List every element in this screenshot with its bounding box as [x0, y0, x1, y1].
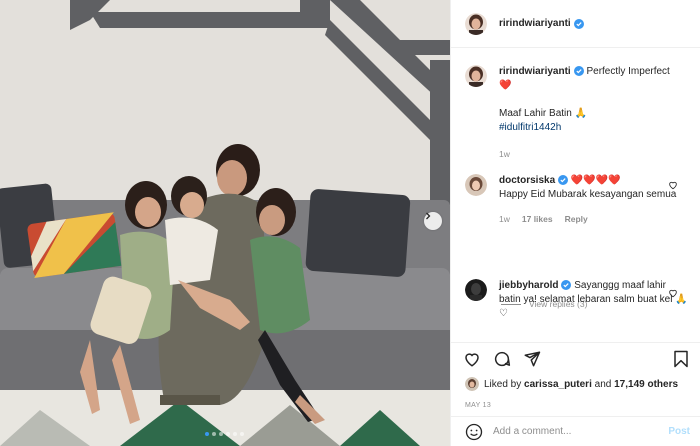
- bookmark-icon[interactable]: [672, 350, 690, 368]
- heart-icon[interactable]: [463, 350, 481, 368]
- carousel-dot: [240, 432, 244, 436]
- caption-text: Perfectly Imperfect: [586, 66, 670, 77]
- caption-age[interactable]: 1w: [499, 147, 510, 161]
- post-details-panel: ririndwiariyanti ririndwiariyanti Perfec…: [450, 0, 700, 446]
- likes-and: and: [594, 378, 612, 390]
- carousel-dot: [205, 432, 209, 436]
- liker-username[interactable]: carissa_puteri: [524, 379, 592, 390]
- carousel-dot: [233, 432, 237, 436]
- post-photo[interactable]: [0, 0, 450, 446]
- post-date[interactable]: MAY 13: [451, 394, 700, 416]
- verified-badge-icon: [558, 175, 569, 185]
- comment-username[interactable]: jiebbyharold: [499, 280, 558, 291]
- author-username[interactable]: ririndwiariyanti: [499, 18, 571, 29]
- heart-icon[interactable]: [668, 180, 678, 190]
- share-icon[interactable]: [523, 350, 541, 368]
- post-actions: [451, 342, 700, 374]
- comment-item: doctorsiska ❤️❤️❤️❤️ Happy Eid Mubarak k…: [465, 174, 690, 226]
- liker-avatar[interactable]: [465, 377, 479, 391]
- caption-heart: ❤️: [499, 80, 512, 91]
- comment-likes[interactable]: 17 likes: [522, 212, 553, 226]
- family-photo-illustration: [0, 0, 450, 446]
- chevron-right-icon: [426, 212, 431, 220]
- emoji-icon[interactable]: [465, 423, 483, 441]
- post-comment-button[interactable]: Post: [668, 426, 690, 437]
- comment-item: jiebbyharold Sayanggg maaf lahir batin y…: [465, 279, 690, 321]
- likes-count[interactable]: 17,149 others: [614, 379, 678, 390]
- author-avatar[interactable]: [465, 12, 487, 35]
- next-photo-button[interactable]: [424, 212, 442, 230]
- comment-body: jiebbyharold Sayanggg maaf lahir batin y…: [499, 279, 690, 321]
- carousel-indicator: [205, 432, 244, 436]
- comment-hearts: ❤️❤️❤️❤️: [570, 175, 621, 186]
- comment-text: Happy Eid Mubarak kesayangan semua: [499, 189, 677, 200]
- likes-prefix: Liked by: [484, 378, 522, 390]
- add-comment-bar: Add a comment... Post: [451, 416, 700, 446]
- post-header: ririndwiariyanti: [451, 0, 700, 48]
- carousel-dot: [226, 432, 230, 436]
- caption-hashtag[interactable]: #idulfitri1442h: [499, 121, 690, 135]
- comment-age[interactable]: 1w: [499, 212, 510, 226]
- caption-comment: ririndwiariyanti Perfectly Imperfect ❤️ …: [465, 65, 690, 161]
- comment-icon[interactable]: [493, 350, 511, 368]
- verified-badge-icon: [561, 280, 572, 290]
- carousel-dot: [212, 432, 216, 436]
- likes-summary: Liked by carissa_puteri and 17,149 other…: [451, 374, 700, 394]
- comment-body: doctorsiska ❤️❤️❤️❤️ Happy Eid Mubarak k…: [499, 174, 690, 226]
- comment-reply-button[interactable]: Reply: [565, 212, 588, 226]
- comment-username[interactable]: doctorsiska: [499, 175, 555, 186]
- caption-line: Maaf Lahir Batin 🙏: [499, 108, 588, 119]
- add-comment-input[interactable]: Add a comment...: [493, 426, 668, 437]
- carousel-dot: [219, 432, 223, 436]
- verified-badge-icon: [573, 18, 584, 29]
- caption-body: ririndwiariyanti Perfectly Imperfect ❤️ …: [499, 65, 690, 161]
- author-avatar[interactable]: [465, 65, 487, 87]
- commenter-avatar[interactable]: [465, 174, 487, 196]
- commenter-avatar[interactable]: [465, 279, 487, 301]
- heart-icon[interactable]: [668, 288, 678, 298]
- instagram-post-modal: ririndwiariyanti ririndwiariyanti Perfec…: [0, 0, 700, 446]
- comments-list: ririndwiariyanti Perfectly Imperfect ❤️ …: [451, 48, 700, 342]
- verified-badge-icon: [573, 66, 584, 76]
- caption-username[interactable]: ririndwiariyanti: [499, 66, 571, 77]
